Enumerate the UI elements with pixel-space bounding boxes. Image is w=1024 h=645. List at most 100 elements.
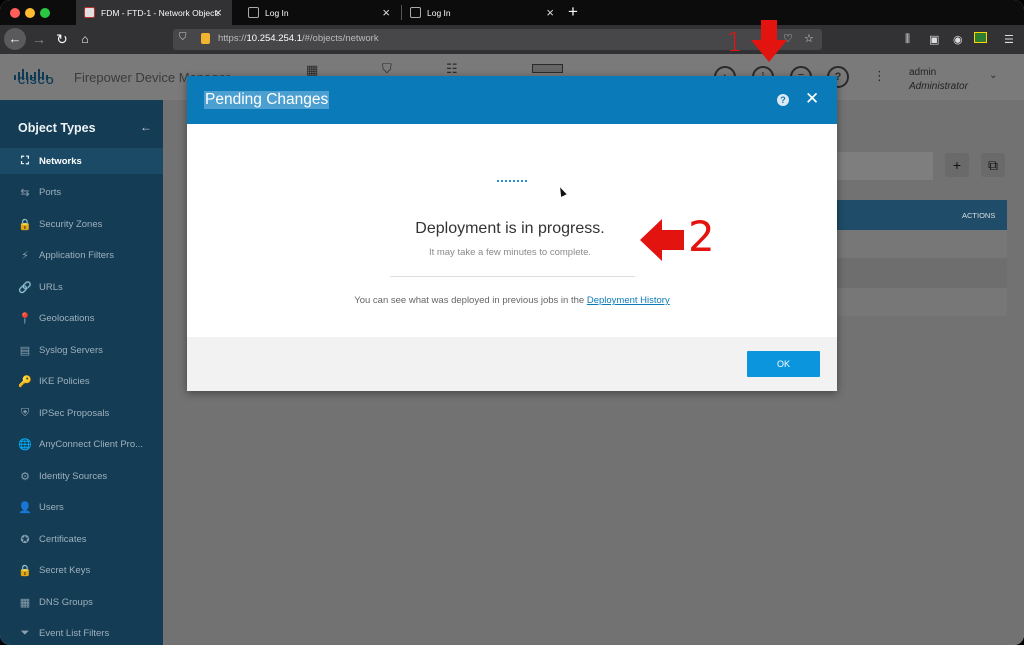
- user-name[interactable]: admin: [909, 67, 936, 78]
- collapse-arrow-icon[interactable]: ←: [140, 120, 152, 134]
- sidebar-item-label: Certificates: [39, 533, 87, 545]
- ports-icon: ⇆: [20, 187, 30, 199]
- lock-icon: 🔒: [18, 565, 32, 577]
- bookmark-star-icon[interactable]: ☆: [804, 32, 814, 45]
- sidebar-item-event-list-filters[interactable]: ⏷ Event List Filters: [0, 621, 163, 645]
- sidebar-item-label: Users: [39, 502, 64, 513]
- sidebar-item-urls[interactable]: 🔗 URLs: [0, 274, 163, 300]
- sidebar-item-identity-sources[interactable]: ⚙ Identity Sources: [0, 463, 163, 489]
- extension-icon[interactable]: [974, 32, 987, 43]
- deployment-status-subtitle: It may take a few minutes to complete.: [428, 247, 592, 258]
- key-icon: 🔑: [18, 376, 32, 388]
- dialog-help-icon[interactable]: ?: [777, 94, 789, 106]
- link-icon: 🔗: [18, 281, 32, 294]
- shield-icon: ⛨: [20, 406, 30, 419]
- ok-button[interactable]: OK: [747, 351, 820, 377]
- sidebar-title: Object Types: [18, 121, 96, 135]
- tab-label: FDM - FTD-1 - Network Objects: [101, 7, 219, 18]
- close-tab-icon[interactable]: ×: [546, 5, 554, 20]
- location-icon: 📍: [18, 313, 32, 325]
- url-bar[interactable]: ⛉ https://10.254.254.1/#/objects/network…: [173, 29, 822, 50]
- account-icon[interactable]: ◉: [953, 33, 963, 46]
- sidebar-item-anyconnect-client-pro[interactable]: 🌐 AnyConnect Client Pro...: [0, 432, 163, 458]
- sidebar-item-geolocations[interactable]: 📍 Geolocations: [0, 306, 163, 332]
- annotation-arrow-left-icon: [640, 219, 684, 261]
- table-row-ghost: [837, 258, 1007, 288]
- objects-icon[interactable]: ☷: [446, 61, 458, 77]
- lock-icon: 🔒: [18, 218, 32, 231]
- table-row-ghost: [837, 230, 1007, 258]
- menu-icon[interactable]: ☰: [1004, 33, 1014, 46]
- sidebar-item-application-filters[interactable]: ⚡ Application Filters: [0, 243, 163, 269]
- insecure-lock-icon[interactable]: [201, 33, 210, 44]
- mouse-cursor-icon: [557, 186, 567, 197]
- browser-tab-fdm[interactable]: FDM - FTD-1 - Network Objects ×: [76, 0, 232, 25]
- sidebar-item-networks[interactable]: ⛶ Networks: [0, 148, 163, 174]
- sidebar-item-dns-groups[interactable]: ▦ DNS Groups: [0, 589, 163, 615]
- back-button[interactable]: ←: [4, 28, 26, 50]
- network-icon: ⛶: [21, 154, 29, 167]
- identity-icon: ⚙: [20, 470, 30, 483]
- sidebar-item-syslog-servers[interactable]: ▤ Syslog Servers: [0, 337, 163, 363]
- browser-tab-login-1[interactable]: Log In ×: [240, 0, 400, 25]
- deployment-history-link[interactable]: Deployment History: [587, 295, 670, 306]
- sidebar-item-ports[interactable]: ⇆ Ports: [0, 180, 163, 206]
- deployment-status-title: Deployment is in progress.: [415, 220, 605, 237]
- reload-button[interactable]: ↻: [55, 28, 69, 50]
- cisco-brand: CISCO: [18, 76, 55, 87]
- sidebar-item-label: Event List Filters: [39, 628, 110, 639]
- sidebar-item-users[interactable]: 👤 Users: [0, 495, 163, 521]
- page-favicon-icon: [248, 7, 259, 18]
- browser-tab-login-2[interactable]: Log In ×: [402, 0, 564, 25]
- funnel-icon: ⏷: [20, 627, 30, 639]
- sidebar-item-secret-keys[interactable]: 🔒 Secret Keys: [0, 558, 163, 584]
- sidebar-item-label: Application Filters: [39, 250, 114, 261]
- home-button[interactable]: ⌂: [77, 28, 93, 50]
- dialog-header: Pending Changes ? ✕: [187, 76, 837, 124]
- new-tab-button[interactable]: +: [568, 2, 578, 22]
- globe-icon: 🌐: [18, 439, 32, 451]
- sidebar-item-label: Ports: [39, 187, 62, 198]
- actions-column-header: ACTIONS: [962, 211, 996, 220]
- tab-label: Log In: [427, 7, 451, 18]
- close-tab-icon[interactable]: ×: [382, 5, 390, 20]
- policies-icon[interactable]: ⛉: [382, 61, 392, 77]
- object-types-sidebar: Object Types ← ⛶ Networks ⇆ Ports 🔒 Security …: [0, 100, 163, 645]
- sidebar-item-security-zones[interactable]: 🔒 Security Zones: [0, 211, 163, 237]
- chevron-down-icon[interactable]: ⌄: [989, 70, 997, 81]
- sidebar-item-ike-policies[interactable]: 🔑 IKE Policies: [0, 369, 163, 395]
- navigation-bar: ← → ↻ ⌂ ⛉ https://10.254.254.1/#/objects…: [0, 25, 1024, 54]
- table-row-ghost: [837, 288, 1007, 316]
- dialog-close-icon[interactable]: ✕: [805, 89, 819, 109]
- window-close-button[interactable]: [10, 8, 20, 18]
- duplicate-object-icon[interactable]: ⧉: [981, 153, 1005, 177]
- sidebar-item-label: AnyConnect Client Pro...: [39, 439, 144, 450]
- url-text: https://10.254.254.1/#/objects/network: [218, 33, 379, 44]
- sidebar-toggle-icon[interactable]: ▣: [929, 33, 939, 46]
- sidebar-item-label: Syslog Servers: [39, 344, 103, 356]
- sidebar-item-certificates[interactable]: ✪ Certificates: [0, 526, 163, 552]
- user-icon: 👤: [18, 502, 32, 514]
- device-icon[interactable]: [532, 64, 563, 73]
- library-icon[interactable]: ⫼: [905, 33, 910, 46]
- tab-label: Log In: [265, 7, 289, 18]
- window-minimize-button[interactable]: [25, 8, 35, 18]
- filter-icon: ⚡: [21, 250, 29, 262]
- window-zoom-button[interactable]: [40, 8, 50, 18]
- pending-changes-dialog: Pending Changes ? ✕ Deployment is in pro…: [187, 76, 837, 391]
- annotation-label-2: 2: [688, 212, 715, 261]
- browser-window: FDM - FTD-1 - Network Objects × Log In ×…: [0, 0, 1024, 645]
- dialog-title: Pending Changes: [204, 91, 330, 109]
- cisco-favicon-icon: [84, 7, 95, 18]
- close-tab-icon[interactable]: ×: [214, 5, 222, 20]
- dialog-footer: OK: [187, 337, 837, 391]
- more-options-icon[interactable]: ⋮: [873, 68, 886, 84]
- forward-button[interactable]: →: [31, 28, 47, 50]
- user-role: Administrator: [909, 81, 968, 92]
- deployment-history-text: You can see what was deployed in previou…: [354, 295, 670, 306]
- add-object-button[interactable]: +: [945, 153, 969, 177]
- server-icon: ▤: [19, 344, 31, 357]
- sidebar-item-ipsec-proposals[interactable]: ⛨ IPSec Proposals: [0, 400, 163, 426]
- tracking-shield-icon[interactable]: ⛉: [179, 32, 187, 43]
- sidebar-item-label: IPSec Proposals: [39, 407, 110, 419]
